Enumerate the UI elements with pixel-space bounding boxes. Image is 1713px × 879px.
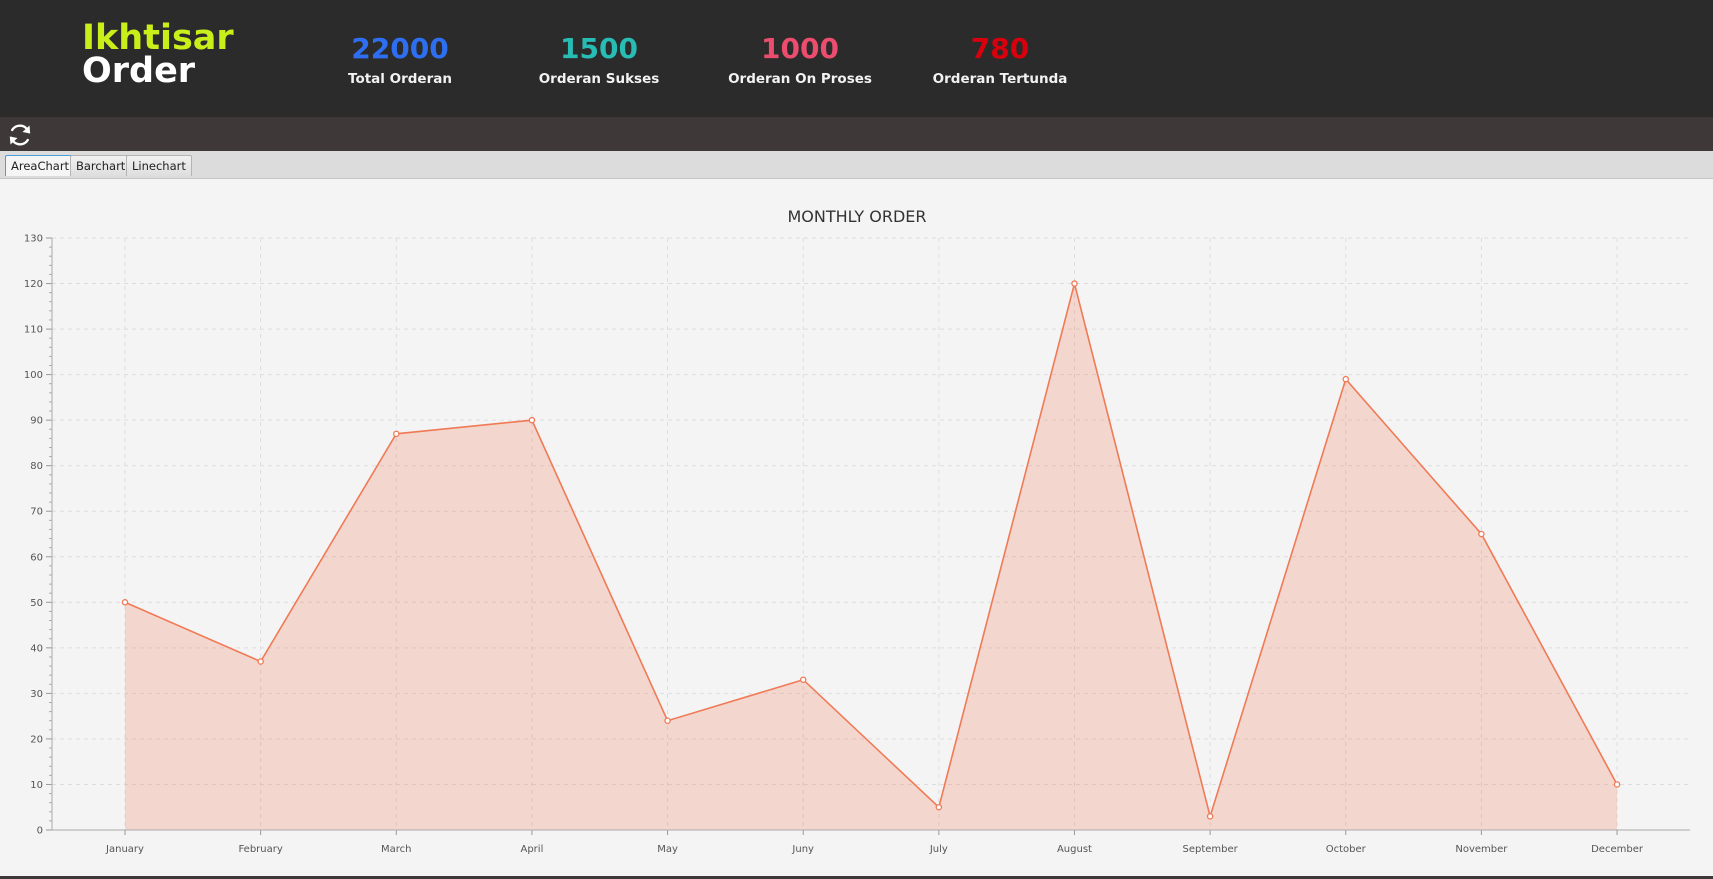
stat-total-orderan: 22000 Total Orderan [315, 32, 485, 87]
data-point[interactable] [1613, 781, 1621, 788]
stat-orderan-tertunda: 780 Orderan Tertunda [915, 32, 1085, 87]
refresh-icon[interactable] [6, 121, 34, 149]
chart-title: MONTHLY ORDER [787, 207, 926, 226]
y-tick-label: 50 [30, 598, 43, 609]
tab-barchart[interactable]: Barchart [70, 155, 132, 176]
y-tick-label: 130 [24, 234, 43, 245]
data-point[interactable] [121, 599, 129, 606]
data-point[interactable] [1342, 375, 1350, 383]
monthly-order-area-chart: MONTHLY ORDER 0 10 20 30 40 50 60 70 80 90 100 110 1… [24, 207, 1690, 855]
stat-value: 1500 [560, 32, 638, 65]
stat-value: 780 [970, 32, 1030, 65]
y-tick-label: 0 [37, 826, 43, 837]
x-tick-label: March [381, 844, 411, 855]
app-brand: Ikhtisar Order [82, 21, 234, 91]
y-tick-label: 90 [30, 416, 43, 427]
y-tick-label: 110 [24, 325, 43, 336]
y-tick-label: 70 [30, 507, 43, 518]
x-tick-label: September [1182, 844, 1238, 855]
stat-value: 1000 [761, 32, 839, 65]
data-point[interactable] [799, 676, 807, 683]
y-tick-label: 10 [30, 780, 43, 791]
x-tick-label: July [929, 844, 948, 855]
data-point[interactable] [1206, 813, 1214, 820]
stat-label: Orderan Tertunda [932, 71, 1068, 87]
x-tick-label: May [657, 844, 678, 855]
x-tick-label: October [1326, 844, 1367, 855]
stat-orderan-on-proses: 1000 Orderan On Proses [715, 32, 885, 87]
chart-tab-bar: AreaChart Barchart Linechart [0, 151, 1713, 179]
x-tick-label: February [238, 844, 282, 855]
summary-header: Ikhtisar Order 22000 Total Orderan 1500 … [0, 0, 1713, 117]
y-tick-label: 60 [30, 552, 43, 563]
stat-orderan-sukses: 1500 Orderan Sukses [514, 32, 684, 87]
stat-label: Orderan Sukses [538, 71, 660, 87]
data-point[interactable] [1478, 530, 1485, 538]
tab-linechart[interactable]: Linechart [126, 155, 192, 176]
y-tick-label: 40 [30, 643, 43, 654]
data-point[interactable] [1071, 280, 1078, 287]
y-tick-label: 30 [30, 689, 43, 700]
y-tick-label: 100 [24, 370, 43, 381]
x-tick-label: January [105, 844, 144, 855]
x-tick-label: April [520, 844, 543, 855]
y-tick-label: 120 [24, 279, 43, 290]
y-tick-label: 80 [30, 461, 43, 472]
x-tick-label: August [1057, 844, 1092, 855]
stat-label: Orderan On Proses [728, 71, 872, 87]
data-point[interactable] [528, 416, 536, 424]
x-tick-label: December [1591, 844, 1644, 855]
brand-line-2: Order [82, 51, 196, 91]
x-tick-label: November [1455, 844, 1508, 855]
toolbar [0, 117, 1713, 151]
tab-areachart[interactable]: AreaChart [5, 155, 76, 176]
data-point[interactable] [393, 430, 400, 438]
data-point[interactable] [935, 803, 943, 811]
data-point[interactable] [257, 658, 264, 665]
x-tick-label: Juny [791, 844, 814, 855]
data-point[interactable] [664, 717, 671, 724]
stat-value: 22000 [351, 32, 449, 65]
y-tick-label: 20 [30, 734, 43, 745]
stat-label: Total Orderan [348, 71, 452, 87]
